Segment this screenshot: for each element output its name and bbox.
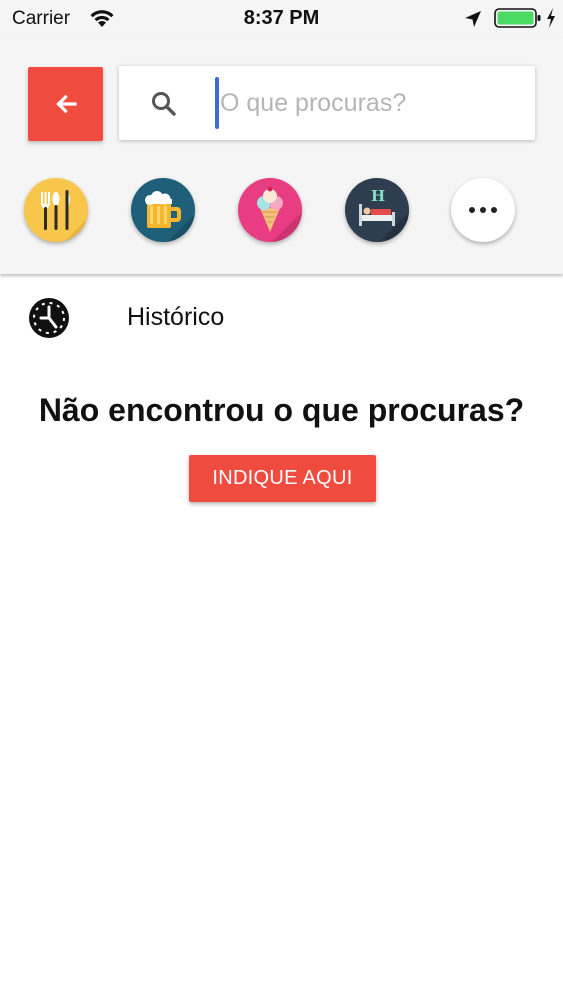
history-label: Histórico xyxy=(127,303,225,331)
category-desserts-button[interactable] xyxy=(238,178,302,242)
not-found-title: Não encontrou o que procuras? xyxy=(38,392,525,428)
charging-bolt-icon xyxy=(547,8,555,28)
text-cursor xyxy=(215,77,219,129)
category-hotels-button[interactable]: H xyxy=(345,178,409,242)
ice-cream-icon xyxy=(257,186,302,242)
search-input[interactable] xyxy=(220,78,520,128)
back-button[interactable] xyxy=(28,67,103,141)
search-icon xyxy=(152,92,176,116)
more-dots-icon xyxy=(469,207,497,213)
beer-mug-icon xyxy=(145,191,195,242)
category-more-button[interactable] xyxy=(451,178,515,242)
category-restaurants-button[interactable] xyxy=(24,178,88,242)
svg-text:H: H xyxy=(371,187,385,205)
hotel-bed-icon: H xyxy=(359,187,409,242)
indicate-here-button[interactable]: INDIQUE AQUI xyxy=(189,455,376,502)
utensils-icon xyxy=(41,190,88,242)
status-bar: Carrier 8:37 PM xyxy=(0,0,563,38)
category-bars-button[interactable] xyxy=(131,178,195,242)
location-arrow-icon xyxy=(465,11,481,27)
search-header: H xyxy=(0,38,563,274)
clock-icon xyxy=(29,298,69,338)
category-list: H xyxy=(0,178,563,244)
arrow-left-icon xyxy=(55,94,77,114)
battery-icon xyxy=(494,8,541,28)
history-row[interactable]: Histórico xyxy=(0,287,563,349)
search-box[interactable] xyxy=(119,66,535,140)
